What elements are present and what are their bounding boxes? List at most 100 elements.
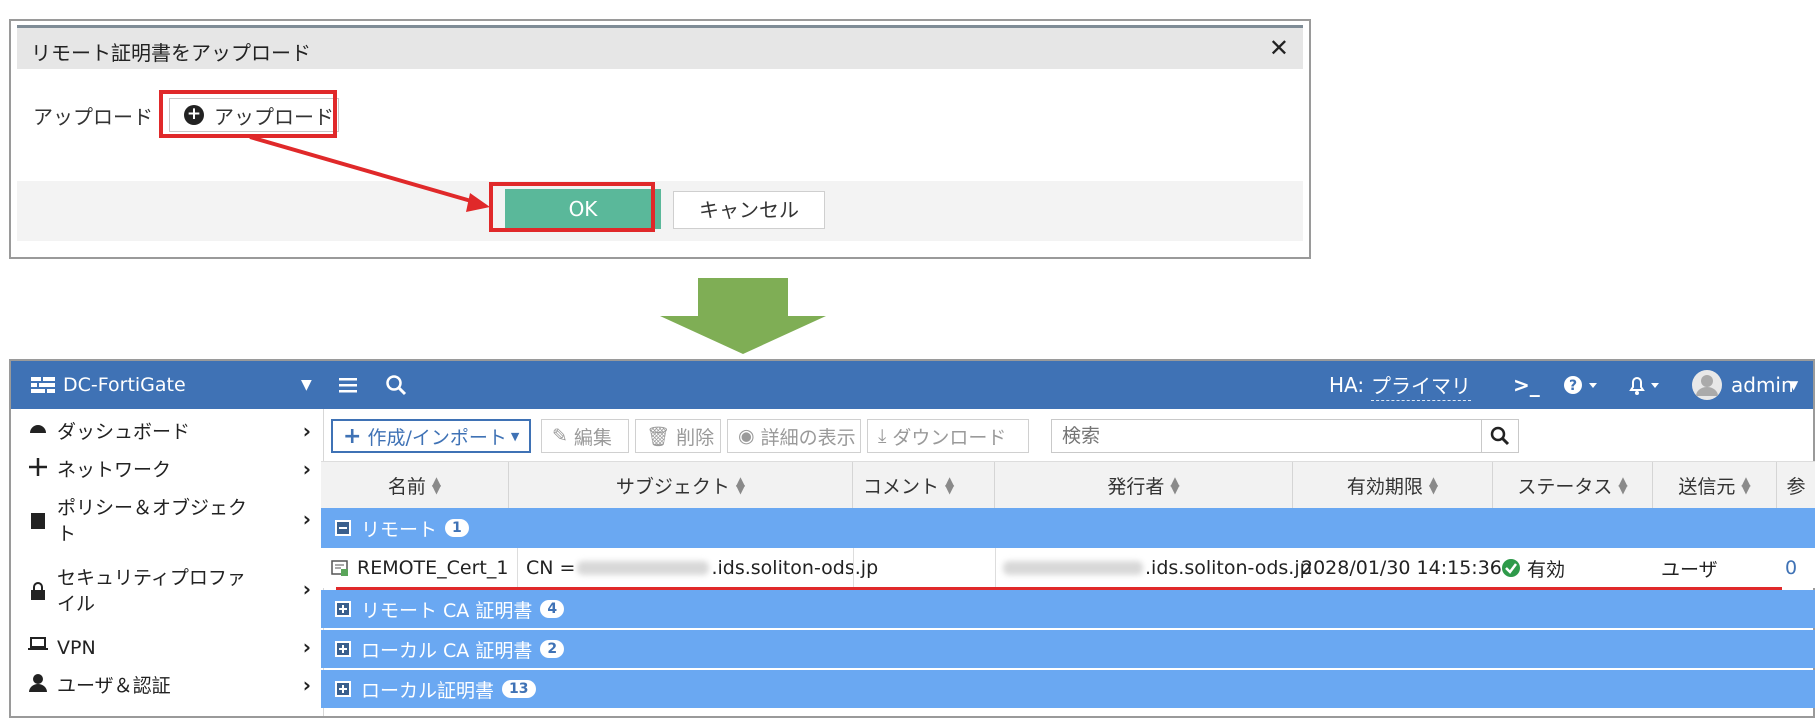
sort-icon: ▲ ▼: [1741, 474, 1751, 496]
status-label: 有効: [1527, 558, 1566, 581]
sidebar-item-vpn[interactable]: VPN ›: [11, 631, 323, 665]
chevron-right-icon: ›: [302, 457, 311, 481]
help-icon[interactable]: ?: [1563, 361, 1601, 409]
dashboard-icon: [27, 419, 49, 442]
chevron-right-icon: ›: [302, 507, 311, 531]
column-label: サブジェクト: [615, 475, 730, 498]
ha-status-value: プライマリ: [1371, 370, 1471, 401]
group-label: リモート CA 証明書: [361, 599, 533, 622]
sort-icon: ▲ ▼: [945, 474, 955, 496]
ha-label: HA:: [1329, 373, 1365, 397]
sidebar-item-label-line2: イル: [57, 593, 96, 615]
column-label: 名前: [387, 475, 426, 498]
sidebar-item-network[interactable]: ネットワーク ›: [11, 453, 323, 487]
caret-down-icon: ▼: [510, 429, 520, 443]
down-arrow-icon: [660, 278, 826, 354]
sidebar-item-label: ユーザ＆認証: [57, 675, 171, 697]
policy-icon: [27, 511, 49, 536]
column-header-comment[interactable]: コメント ▲ ▼: [853, 462, 995, 508]
top-bar: DC-FortiGate ▼ HA: プライマリ >_ ? admin ▼: [11, 361, 1813, 409]
sidebar-item-security-profiles[interactable]: セキュリティプロファ イル ›: [11, 563, 323, 619]
redacted-text: [1003, 561, 1143, 575]
cli-console-icon[interactable]: >_: [1513, 361, 1540, 409]
caret-down-icon[interactable]: ▼: [301, 361, 312, 409]
sidebar-item-label-line2: ト: [57, 523, 77, 545]
group-count-badge: 2: [540, 640, 565, 658]
collapse-icon[interactable]: [335, 520, 351, 536]
delete-label: 削除: [676, 426, 715, 449]
device-name[interactable]: DC-FortiGate: [63, 361, 186, 409]
sort-icon: ▲ ▼: [735, 474, 746, 496]
edit-button[interactable]: ✎ 編集: [541, 419, 629, 453]
sidebar-item-user-auth[interactable]: ユーザ＆認証 ›: [11, 669, 323, 703]
annotation-arrow: [249, 135, 490, 212]
expand-icon[interactable]: [335, 641, 351, 657]
table-header: 名前 ▲ ▼ サブジェクト ▲ ▼ コメント ▲ ▼ 発行者 ▲ ▼ 有効期限 ▲ ▼ ステータス ▲…: [321, 461, 1815, 509]
search-icon[interactable]: [385, 361, 407, 409]
avatar[interactable]: [1691, 361, 1723, 409]
group-row-remote-ca[interactable]: リモート CA 証明書 4: [321, 590, 1815, 628]
sidebar-item-dashboard[interactable]: ダッシュボード ›: [11, 415, 323, 449]
column-header-source[interactable]: 送信元 ▲ ▼: [1653, 462, 1777, 508]
lock-icon: [27, 581, 49, 606]
group-row-remote[interactable]: リモート 1: [321, 508, 1815, 548]
view-details-label: 詳細の表示: [760, 426, 856, 449]
eye-icon: ◉: [738, 425, 755, 447]
sidebar-item-label: ダッシュボード: [57, 421, 191, 443]
column-label: コメント: [863, 475, 940, 498]
column-header-name[interactable]: 名前 ▲ ▼: [321, 462, 509, 508]
fortigate-logo-icon: [31, 361, 57, 409]
search-submit-button[interactable]: [1481, 419, 1519, 453]
delete-button[interactable]: 🗑 削除: [635, 419, 721, 453]
svg-text:?: ?: [1569, 378, 1577, 394]
view-details-button[interactable]: ◉ 詳細の表示: [727, 419, 861, 453]
table-row[interactable]: REMOTE_Cert_1 CN = .ids.soliton-ods.jp .…: [321, 548, 1815, 588]
column-label: 有効期限: [1346, 475, 1423, 498]
redacted-text: [577, 561, 710, 575]
issuer-suffix: .ids.soliton-ods.jp: [1145, 557, 1312, 579]
bell-icon[interactable]: [1627, 361, 1665, 409]
sidebar: ダッシュボード › ネットワーク › ポリシー＆オブジェク ト › セキュリティ…: [11, 409, 324, 716]
expand-icon[interactable]: [335, 601, 351, 617]
cert-references-link[interactable]: 0: [1785, 548, 1797, 588]
search-icon: [1490, 426, 1510, 446]
sort-icon: ▲ ▼: [1170, 474, 1180, 496]
create-import-button[interactable]: + 作成/インポート ▼: [331, 419, 531, 453]
column-header-expires[interactable]: 有効期限 ▲ ▼: [1293, 462, 1493, 508]
group-label: リモート: [361, 518, 438, 541]
column-header-issuer[interactable]: 発行者 ▲ ▼: [995, 462, 1293, 508]
column-header-subject[interactable]: サブジェクト ▲ ▼: [509, 462, 853, 508]
expand-icon[interactable]: [335, 681, 351, 697]
group-row-local-cert[interactable]: ローカル証明書 13: [321, 670, 1815, 708]
chevron-right-icon: ›: [302, 635, 311, 659]
sort-icon: ▲ ▼: [1618, 474, 1628, 496]
column-label: ステータス: [1517, 475, 1613, 498]
column-label: 発行者: [1107, 475, 1165, 498]
group-label: ローカル CA 証明書: [361, 639, 533, 662]
chevron-right-icon: ›: [302, 673, 311, 697]
cert-issuer: .ids.soliton-ods.jp: [1003, 548, 1312, 588]
search-input[interactable]: [1051, 419, 1483, 453]
sidebar-item-policy[interactable]: ポリシー＆オブジェク ト ›: [11, 493, 323, 549]
group-row-local-ca[interactable]: ローカル CA 証明書 2: [321, 630, 1815, 668]
column-header-status[interactable]: ステータス ▲ ▼: [1493, 462, 1653, 508]
download-label: ダウンロード: [892, 426, 1007, 449]
create-import-label: 作成/インポート: [367, 426, 507, 449]
laptop-icon: [27, 635, 49, 657]
download-button[interactable]: ⤓ ダウンロード: [867, 419, 1029, 453]
trash-icon: 🗑: [646, 425, 671, 448]
cert-status: 有効: [1501, 548, 1565, 588]
user-name[interactable]: admin: [1731, 361, 1794, 409]
cert-subject: CN = .ids.soliton-ods.jp: [517, 548, 878, 588]
user-caret-icon[interactable]: ▼: [1789, 361, 1798, 409]
download-icon: ⤓: [878, 425, 887, 447]
chevron-right-icon: ›: [302, 577, 311, 601]
sort-icon: ▲ ▼: [1428, 474, 1439, 496]
column-header-references[interactable]: 参: [1777, 462, 1815, 508]
menu-icon[interactable]: [339, 361, 359, 409]
cert-source: ユーザ: [1661, 558, 1718, 581]
ha-status[interactable]: プライマリ: [1371, 361, 1471, 409]
sidebar-item-label: VPN: [57, 637, 96, 659]
group-label: ローカル証明書: [361, 679, 495, 702]
subject-prefix: CN =: [526, 557, 576, 579]
